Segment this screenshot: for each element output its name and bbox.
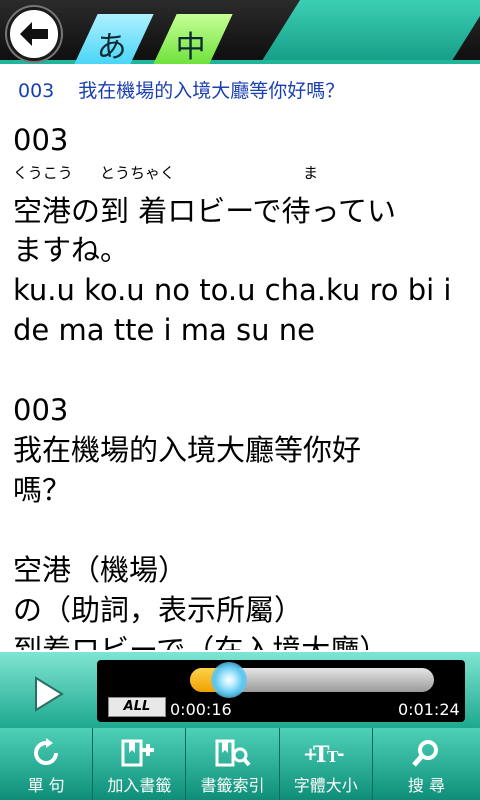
search-button[interactable]: 搜 尋 — [373, 728, 480, 800]
furigana-kuukou: くうこう — [13, 164, 73, 182]
subtitle-text: 我在機場的入境大廳等你好嗎？ — [78, 80, 345, 102]
chinese-line-2: 嗎？ — [13, 473, 72, 507]
search-icon — [412, 740, 439, 767]
romaji-line-2: de ma tte i ma su ne — [13, 313, 315, 347]
japanese-line-2: ますね。 — [13, 233, 130, 267]
japanese-line-1: 空港の到 着ロビーで待ってい — [13, 194, 397, 228]
font-size-button[interactable]: + T T - 字體大小 — [280, 728, 373, 800]
vocab-line-3: 到着ロビーで（在入境大廳） — [13, 633, 389, 650]
loop-mode-badge[interactable]: ALL — [108, 697, 166, 717]
sentence-subtitle: 003 我在機場的入境大廳等你好嗎？ — [18, 76, 344, 103]
font-size-label: 字體大小 — [293, 776, 358, 795]
sentence-number: 003 — [13, 123, 69, 157]
romaji-line-1: ku.u ko.u no to.u cha.ku ro bi i — [13, 273, 452, 307]
font-size-icon: + T T - — [303, 742, 344, 768]
vocab-line-2: の（助詞，表示所屬） — [13, 593, 304, 627]
bookmark-index-label: 書籤索引 — [200, 776, 265, 795]
add-bookmark-label: 加入書籤 — [107, 776, 172, 795]
svg-text:-: - — [337, 744, 344, 765]
tab-japanese-label: あ — [96, 30, 127, 65]
play-icon — [35, 676, 64, 712]
header-bar — [0, 0, 480, 64]
vocab-line-1: 空港（機場） — [13, 553, 188, 587]
tab-chinese-label: 中 — [175, 30, 206, 65]
add-bookmark-button[interactable]: 加入書籤 — [93, 728, 187, 800]
header-divider — [0, 60, 480, 64]
total-time: 0:01:24 — [398, 700, 460, 719]
header-accent-stripe — [260, 0, 480, 64]
translation-number: 003 — [13, 393, 69, 427]
furigana-touchaku: とうちゃく — [100, 164, 176, 182]
play-button[interactable] — [32, 676, 64, 716]
single-sentence-label: 單 句 — [27, 776, 65, 795]
chinese-line-1: 我在機場的入境大廳等你好 — [13, 433, 362, 467]
japanese-line-with-furigana: くうこう とうちゃく ま 空港の到 着ロビーで待ってい — [13, 160, 473, 230]
furigana-ma: ま — [303, 164, 319, 182]
subtitle-number: 003 — [18, 80, 55, 102]
sentence-content: 003 くうこう とうちゃく ま 空港の到 着ロビーで待ってい ますね。 ku.… — [13, 120, 473, 650]
bookmark-add-icon — [121, 739, 155, 767]
progress-knob[interactable] — [211, 662, 248, 698]
back-arrow-icon — [20, 22, 48, 46]
repeat-icon — [34, 738, 59, 765]
bookmark-index-button[interactable]: 書籤索引 — [186, 728, 280, 800]
single-sentence-button[interactable]: 單 句 — [0, 728, 94, 800]
bookmark-search-icon — [215, 739, 251, 767]
current-time: 0:00:16 — [170, 700, 232, 719]
bottom-toolbar: 單 句 加入書籤 書籤索引 + T T - 字體大小 搜 尋 — [0, 728, 480, 800]
back-button[interactable] — [7, 7, 61, 61]
search-label: 搜 尋 — [407, 776, 445, 795]
